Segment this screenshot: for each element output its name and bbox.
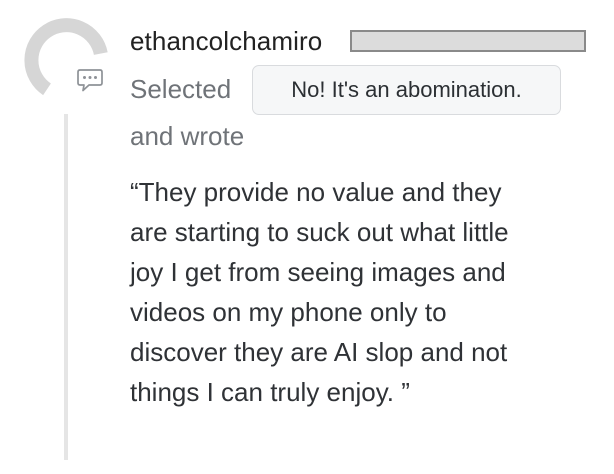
comment-icon bbox=[73, 63, 107, 97]
redacted-username-suffix bbox=[350, 30, 586, 52]
quote-line: are starting to suck out what little bbox=[130, 217, 509, 247]
thread-line bbox=[64, 114, 68, 460]
username[interactable]: ethancolchamiro bbox=[130, 26, 322, 57]
comment-quote: “They provide no value and they are star… bbox=[130, 172, 590, 412]
quote-line: things I can truly enjoy. ” bbox=[130, 377, 410, 407]
quote-line: joy I get from seeing images and bbox=[130, 257, 506, 287]
comment-badge bbox=[72, 62, 108, 98]
selected-choice-chip: No! It's an abomination. bbox=[252, 65, 561, 115]
selected-label: Selected bbox=[130, 74, 232, 104]
quote-line: discover they are AI slop and not bbox=[130, 337, 508, 367]
quote-line: “They provide no value and they bbox=[130, 177, 502, 207]
quote-line: videos on my phone only to bbox=[130, 297, 447, 327]
wrote-label: and wrote bbox=[130, 121, 245, 151]
